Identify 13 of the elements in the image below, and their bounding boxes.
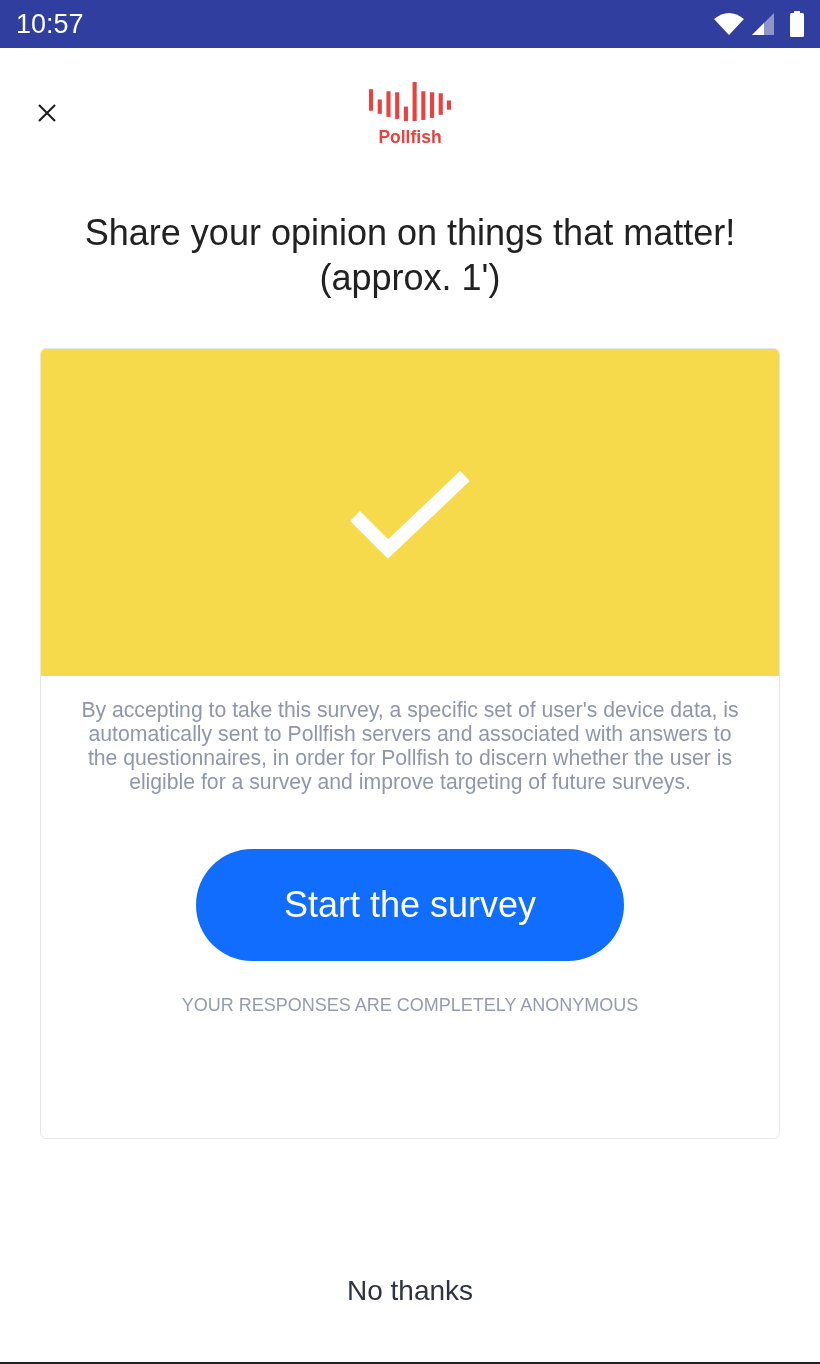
start-survey-button[interactable]: Start the survey [196, 849, 624, 961]
bars-logo-icon [369, 82, 451, 121]
disclaimer-text: By accepting to take this survey, a specific set of user's device data, is automatically sent to Pollfish servers and associated with answers to the questionnaires, in order for Pollfish to discern whether the user is eligible for a survey and improve targeting of future surveys. [80, 698, 740, 794]
checkmark-icon [350, 470, 470, 561]
battery-icon [790, 11, 804, 37]
wifi-icon [714, 13, 744, 35]
no-thanks-button[interactable]: No thanks [334, 1270, 486, 1312]
logo-text: Pollfish [378, 127, 442, 148]
signal-icon [752, 13, 774, 35]
anonymity-note: YOUR RESPONSES ARE COMPLETELY ANONYMOUS [181, 994, 639, 1016]
page-title: Share your opinion on things that matter! (approx. 1') [83, 211, 737, 300]
close-icon [38, 104, 56, 122]
status-time: 10:57 [16, 8, 84, 40]
